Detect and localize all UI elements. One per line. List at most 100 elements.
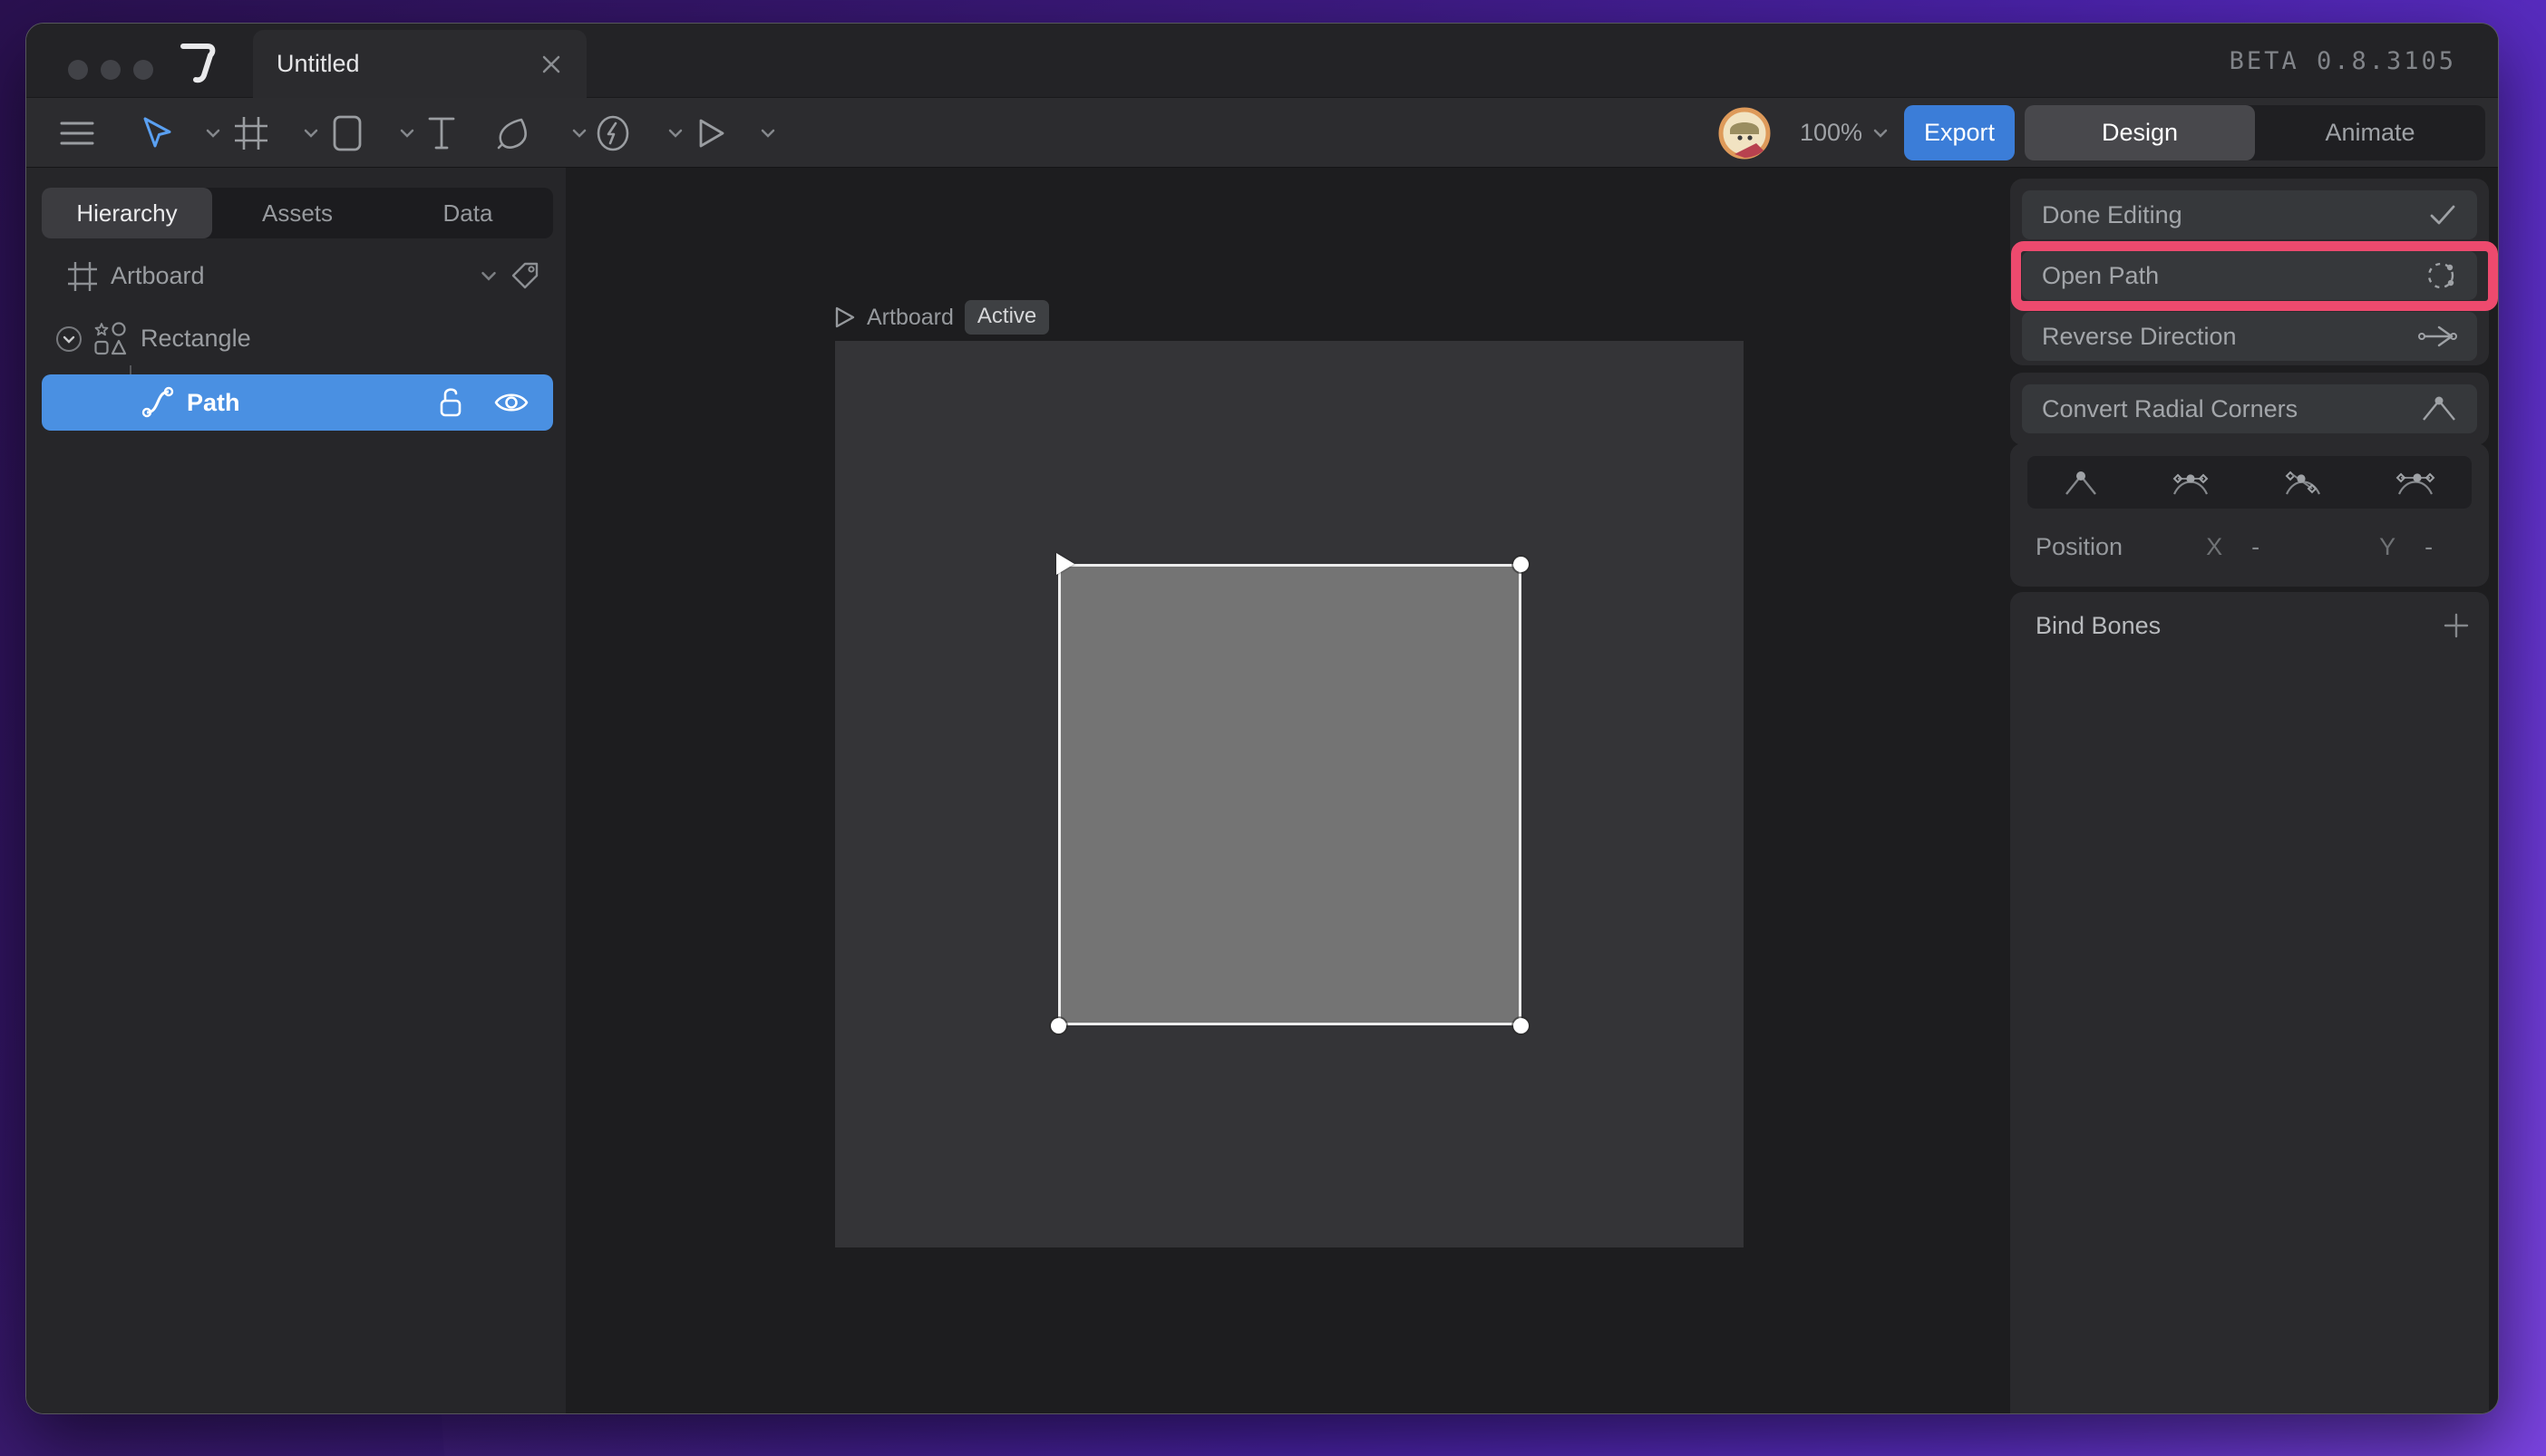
path-vertex-marker[interactable]	[1513, 1018, 1529, 1034]
tab-design[interactable]: Design	[2025, 105, 2255, 160]
chevron-down-icon	[400, 128, 414, 139]
path-start-vertex-marker[interactable]	[1056, 553, 1074, 575]
corner-actions-card: Convert Radial Corners	[2010, 373, 2489, 445]
play-tool-button[interactable]	[694, 98, 730, 168]
tree-row-artboard[interactable]: Artboard	[26, 249, 566, 303]
position-y-value[interactable]: -	[2425, 533, 2433, 561]
artboard-header[interactable]: Artboard Active	[834, 302, 1049, 333]
visibility-eye-icon[interactable]	[493, 389, 530, 416]
pen-path-icon	[140, 384, 176, 421]
position-label: Position	[2036, 533, 2123, 561]
desktop: Untitled BETA 0.8.3105	[0, 0, 2546, 1456]
position-x-value[interactable]: -	[2251, 533, 2259, 561]
left-panel-tabs: Hierarchy Assets Data	[42, 188, 553, 238]
select-tool-button[interactable]	[141, 98, 173, 168]
document-tab[interactable]: Untitled	[253, 30, 587, 98]
vertex-asymmetric-icon[interactable]	[2281, 467, 2325, 498]
artboard-frame-icon	[67, 261, 98, 292]
user-avatar[interactable]	[1718, 107, 1771, 160]
reverse-direction-icon	[2417, 322, 2457, 351]
chevron-down-icon[interactable]	[481, 270, 497, 282]
window-minimize-button[interactable]	[101, 60, 121, 80]
window-close-button[interactable]	[68, 60, 88, 80]
bind-bones-card: Bind Bones	[2010, 592, 2489, 1414]
tree-item-label: Path	[187, 389, 240, 417]
done-editing-button[interactable]: Done Editing	[2022, 190, 2477, 239]
tree-row-path-selected[interactable]: Path	[42, 374, 553, 431]
main-menu-button[interactable]	[59, 98, 95, 168]
tab-data-label: Data	[443, 199, 493, 228]
cursor-arrow-icon	[142, 117, 171, 150]
tree-row-rectangle[interactable]: Rectangle	[26, 312, 566, 365]
convert-radial-corners-button[interactable]: Convert Radial Corners	[2022, 384, 2477, 433]
content-area: Hierarchy Assets Data	[26, 168, 2498, 1413]
tab-assets-label: Assets	[262, 199, 333, 228]
bind-bones-header: Bind Bones	[2036, 605, 2471, 646]
open-path-label: Open Path	[2042, 262, 2159, 290]
right-panel: Done Editing Open Path	[2010, 168, 2498, 1413]
tag-icon[interactable]	[510, 261, 540, 292]
export-button[interactable]: Export	[1904, 105, 2015, 160]
expand-collapse-icon[interactable]	[55, 325, 83, 353]
shape-tool-dropdown[interactable]	[398, 98, 416, 168]
beta-version-label: BETA 0.8.3105	[2230, 24, 2456, 98]
reverse-direction-button[interactable]: Reverse Direction	[2022, 312, 2477, 361]
open-path-button[interactable]: Open Path	[2022, 251, 2477, 300]
zoom-level-dropdown[interactable]: 100%	[1800, 98, 1888, 168]
toolbar: 100% Export Design Animate	[26, 98, 2498, 168]
tab-close-icon[interactable]	[539, 53, 563, 76]
chevron-down-icon	[206, 128, 220, 139]
tab-hierarchy[interactable]: Hierarchy	[42, 188, 212, 238]
pen-tool-icon	[496, 116, 530, 150]
chevron-down-icon	[761, 128, 775, 139]
bind-bones-label: Bind Bones	[2036, 612, 2161, 640]
convert-radial-corners-label: Convert Radial Corners	[2042, 395, 2298, 423]
open-path-icon	[2425, 259, 2457, 292]
add-bone-binding-button[interactable]	[2442, 611, 2471, 640]
tree-item-label: Rectangle	[141, 325, 251, 353]
canvas[interactable]: Artboard Active	[566, 168, 2010, 1413]
shape-group-icon	[93, 322, 128, 356]
position-x-label: X	[2206, 533, 2222, 561]
trigger-tool-button[interactable]	[594, 98, 632, 168]
artboard-active-badge: Active	[965, 300, 1049, 335]
done-editing-label: Done Editing	[2042, 201, 2182, 229]
unlock-icon[interactable]	[437, 385, 464, 420]
tab-assets[interactable]: Assets	[212, 188, 383, 238]
text-tool-icon	[427, 116, 456, 150]
vertex-straight-icon[interactable]	[2394, 467, 2437, 498]
artboard-tool-button[interactable]	[233, 98, 269, 168]
artboard-play-icon	[834, 306, 856, 329]
artboard-tool-dropdown[interactable]	[302, 98, 320, 168]
export-button-label: Export	[1924, 119, 1995, 147]
pen-tool-button[interactable]	[494, 98, 532, 168]
title-bar: Untitled BETA 0.8.3105	[26, 24, 2498, 98]
chevron-down-icon	[304, 128, 318, 139]
play-tool-dropdown[interactable]	[759, 98, 777, 168]
path-edit-actions-card: Done Editing Open Path	[2010, 179, 2489, 365]
chevron-down-icon	[572, 128, 587, 139]
select-tool-dropdown[interactable]	[204, 98, 222, 168]
tree-item-label: Artboard	[111, 262, 205, 290]
pen-tool-dropdown[interactable]	[570, 98, 588, 168]
shape-tool-button[interactable]	[329, 98, 365, 168]
hamburger-icon	[60, 121, 94, 146]
path-vertex-marker[interactable]	[1051, 1018, 1066, 1034]
text-tool-button[interactable]	[423, 98, 460, 168]
window-zoom-button[interactable]	[133, 60, 153, 80]
left-panel: Hierarchy Assets Data	[26, 168, 566, 1413]
rectangle-shape-icon	[332, 114, 363, 152]
path-shape-rectangle[interactable]	[1058, 564, 1521, 1025]
tab-data[interactable]: Data	[383, 188, 553, 238]
mode-switcher: Design Animate	[2025, 105, 2485, 160]
tab-animate[interactable]: Animate	[2255, 105, 2485, 160]
zoom-level-value: 100%	[1800, 119, 1862, 147]
play-triangle-icon	[697, 117, 726, 150]
radial-corners-icon	[2421, 395, 2457, 422]
lightning-bolt-icon	[596, 115, 630, 151]
trigger-tool-dropdown[interactable]	[666, 98, 685, 168]
rive-app-window: Untitled BETA 0.8.3105	[25, 23, 2499, 1414]
vertex-mirrored-icon[interactable]	[2169, 467, 2212, 498]
vertex-corner-icon[interactable]	[2062, 467, 2100, 498]
path-vertex-marker[interactable]	[1513, 557, 1529, 572]
